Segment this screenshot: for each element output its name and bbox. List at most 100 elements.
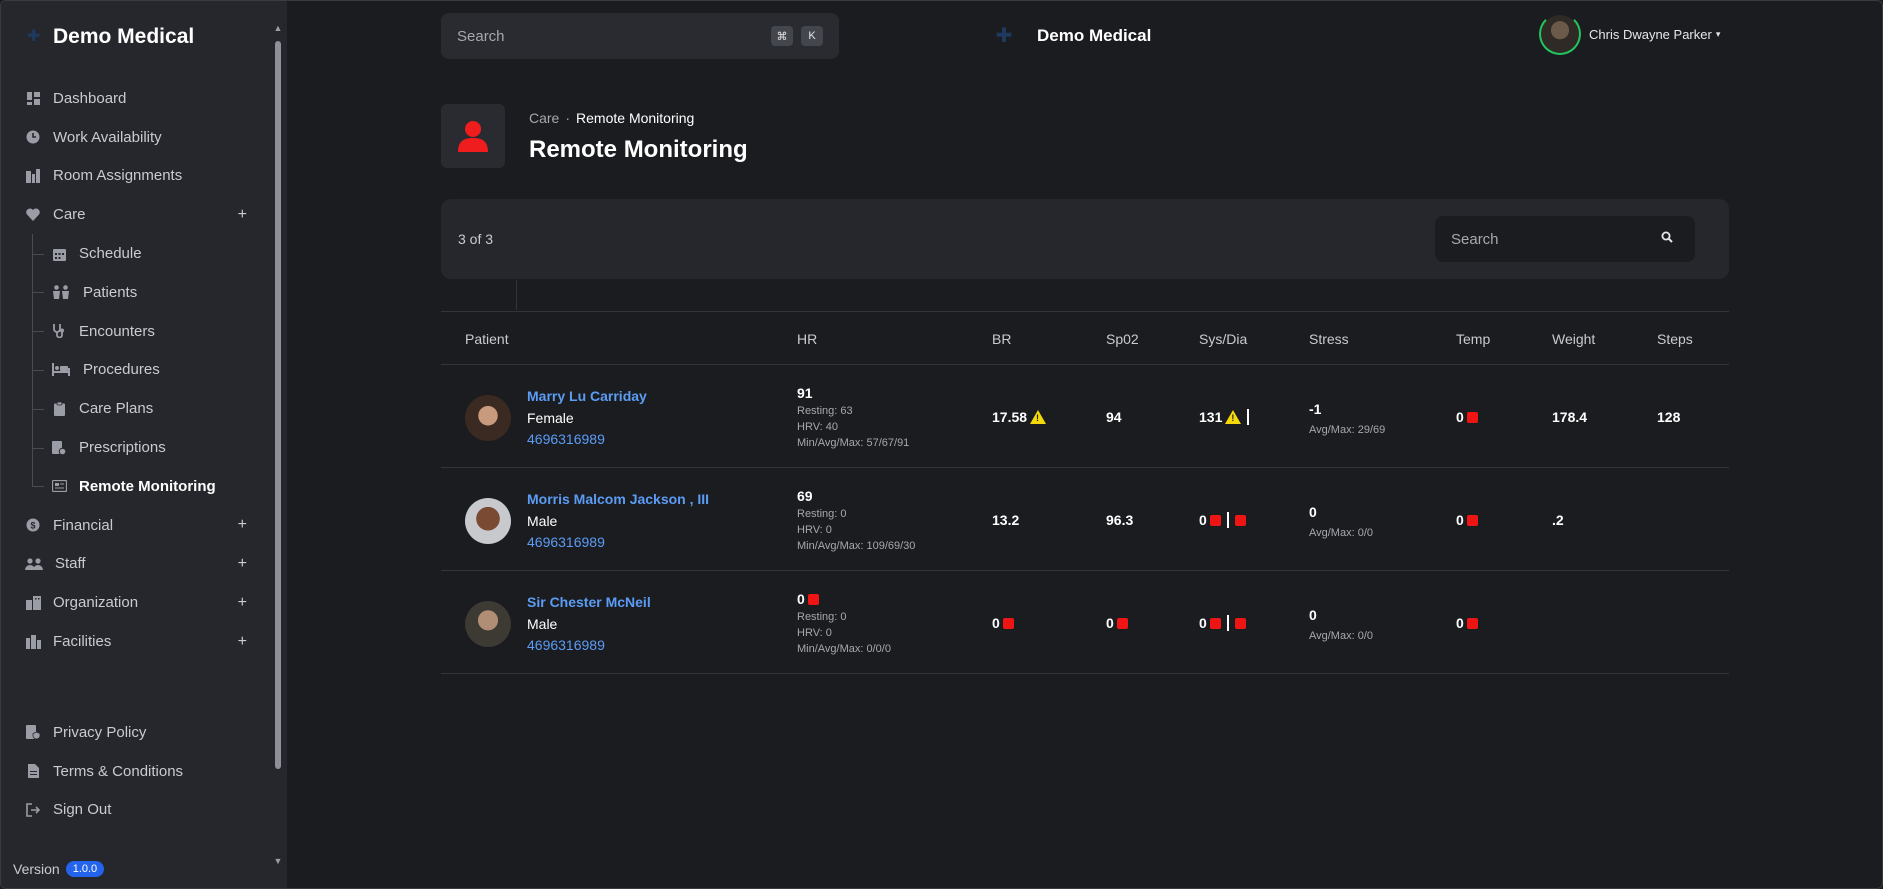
table-row[interactable]: Sir Chester McNeil Male 4696316989 0 Res…	[441, 571, 1729, 674]
sys-dia-separator	[1226, 512, 1229, 528]
hr-value: 69	[797, 488, 813, 504]
global-search[interactable]: ⌘ K	[441, 13, 839, 59]
user-menu[interactable]: Chris Dwayne Parker ▾	[1539, 13, 1720, 55]
user-name[interactable]: Chris Dwayne Parker	[1589, 27, 1712, 42]
sidebar-item-privacy-policy[interactable]: Privacy Policy	[1, 713, 271, 752]
sidebar-item-label: Care Plans	[79, 400, 154, 418]
col-stress[interactable]: Stress	[1309, 331, 1349, 347]
patient-name-link[interactable]: Marry Lu Carriday	[527, 388, 647, 404]
expand-staff-icon[interactable]: +	[238, 555, 247, 573]
breadcrumb: Care · Remote Monitoring	[529, 110, 694, 126]
patient-phone-link[interactable]: 4696316989	[527, 431, 605, 447]
br-number: 17.58	[992, 409, 1028, 425]
sidebar-item-label: Sign Out	[53, 801, 112, 819]
br-value: 0	[992, 615, 1014, 631]
expand-facilities-icon[interactable]: +	[238, 633, 247, 651]
sidebar-item-dashboard[interactable]: Dashboard	[1, 79, 271, 118]
sidebar-item-patients[interactable]: Patients	[1, 272, 271, 312]
expand-organization-icon[interactable]: +	[238, 594, 247, 612]
clock-icon	[25, 129, 41, 145]
sys-dia-separator	[1226, 615, 1229, 631]
sys-dia-value: 0	[1199, 512, 1246, 528]
patients-icon	[51, 284, 71, 300]
table-search-input[interactable]	[1451, 230, 1651, 248]
sidebar-item-schedule[interactable]: Schedule	[1, 234, 271, 273]
top-app-title: ✚ Demo Medical	[991, 21, 1152, 51]
patient-name-link[interactable]: Morris Malcom Jackson , III	[527, 491, 709, 507]
col-steps[interactable]: Steps	[1657, 331, 1693, 347]
col-spo2[interactable]: Sp02	[1106, 331, 1139, 347]
sidebar-item-room-assignments[interactable]: Room Assignments	[1, 157, 271, 196]
rooms-icon	[25, 168, 41, 184]
sidebar-item-financial[interactable]: $ Financial +	[1, 506, 271, 545]
sidebar-item-organization[interactable]: Organization +	[1, 583, 271, 622]
scrollbar-thumb[interactable]	[275, 41, 281, 769]
app-title: Demo Medical	[1037, 26, 1152, 45]
col-sys-dia[interactable]: Sys/Dia	[1199, 331, 1247, 347]
patient-name-link[interactable]: Sir Chester McNeil	[527, 594, 651, 610]
app-window: ✚ Demo Medical Dashboard Work Availabili…	[0, 0, 1883, 889]
sidebar-item-label: Staff	[55, 555, 86, 573]
sidebar-item-encounters[interactable]: Encounters	[1, 311, 271, 351]
breadcrumb-care[interactable]: Care	[529, 110, 559, 126]
sidebar-item-care-plans[interactable]: Care Plans	[1, 389, 271, 428]
version-info: Version 1.0.0	[13, 861, 105, 877]
col-weight[interactable]: Weight	[1552, 331, 1595, 347]
document-icon	[25, 763, 41, 779]
sidebar-scrollbar[interactable]: ▲ ▼	[271, 19, 285, 870]
sidebar-item-care[interactable]: Care +	[1, 195, 271, 234]
br-value: 17.58	[992, 409, 1047, 425]
col-hr[interactable]: HR	[797, 331, 817, 347]
chevron-down-icon[interactable]: ▾	[1716, 29, 1721, 40]
calendar-icon	[51, 246, 67, 262]
sidebar-item-remote-monitoring[interactable]: Remote Monitoring	[1, 466, 271, 506]
hr-value: 91	[797, 385, 813, 401]
patient-phone-link[interactable]: 4696316989	[527, 637, 605, 653]
scroll-down-icon[interactable]: ▼	[273, 856, 283, 866]
bed-icon	[51, 362, 71, 378]
sidebar-footer-nav: Privacy Policy Terms & Conditions Sign O…	[1, 713, 271, 829]
page-user-icon	[441, 104, 505, 168]
col-patient[interactable]: Patient	[465, 331, 509, 347]
hr-hrv: HRV: 0	[797, 524, 832, 536]
hr-number: 0	[797, 591, 805, 607]
hr-resting: Resting: 0	[797, 508, 847, 520]
sidebar-item-label: Remote Monitoring	[79, 477, 216, 495]
expand-care-icon[interactable]: +	[238, 206, 247, 224]
sidebar-item-facilities[interactable]: Facilities +	[1, 622, 271, 661]
table-row[interactable]: Marry Lu Carriday Female 4696316989 91 R…	[441, 365, 1729, 468]
patient-phone-link[interactable]: 4696316989	[527, 534, 605, 550]
global-search-input[interactable]	[457, 27, 757, 45]
scroll-up-icon[interactable]: ▲	[273, 23, 283, 33]
alert-icon	[1466, 514, 1478, 526]
temp-number: 0	[1456, 512, 1464, 528]
sidebar-item-terms[interactable]: Terms & Conditions	[1, 752, 271, 791]
cmd-key-icon: ⌘	[771, 26, 793, 46]
temp-number: 0	[1456, 409, 1464, 425]
col-temp[interactable]: Temp	[1456, 331, 1490, 347]
table-search[interactable]	[1435, 216, 1695, 262]
version-badge: 1.0.0	[65, 861, 105, 877]
clipboard-icon	[51, 401, 67, 417]
alert-icon	[1466, 617, 1478, 629]
brand-logo-icon: ✚	[27, 28, 41, 45]
temp-value: 0	[1456, 409, 1478, 425]
user-avatar[interactable]	[1539, 13, 1581, 55]
expand-financial-icon[interactable]: +	[238, 516, 247, 534]
hr-resting: Resting: 63	[797, 405, 853, 417]
brand[interactable]: ✚ Demo Medical	[27, 25, 194, 49]
sidebar-item-staff[interactable]: Staff +	[1, 545, 271, 584]
table-row[interactable]: Morris Malcom Jackson , III Male 4696316…	[441, 468, 1729, 571]
sidebar: ✚ Demo Medical Dashboard Work Availabili…	[1, 1, 287, 888]
col-br[interactable]: BR	[992, 331, 1011, 347]
sidebar-item-label: Encounters	[79, 322, 155, 340]
hr-value: 0	[797, 591, 819, 607]
sidebar-item-sign-out[interactable]: Sign Out	[1, 791, 271, 830]
sidebar-item-procedures[interactable]: Procedures	[1, 350, 271, 390]
search-icon[interactable]	[1661, 231, 1673, 246]
stress-avg-max: Avg/Max: 29/69	[1309, 424, 1386, 436]
sidebar-item-label: Prescriptions	[79, 439, 166, 457]
privacy-icon	[25, 724, 41, 740]
sidebar-item-prescriptions[interactable]: Prescriptions	[1, 428, 271, 467]
sidebar-item-work-availability[interactable]: Work Availability	[1, 118, 271, 157]
